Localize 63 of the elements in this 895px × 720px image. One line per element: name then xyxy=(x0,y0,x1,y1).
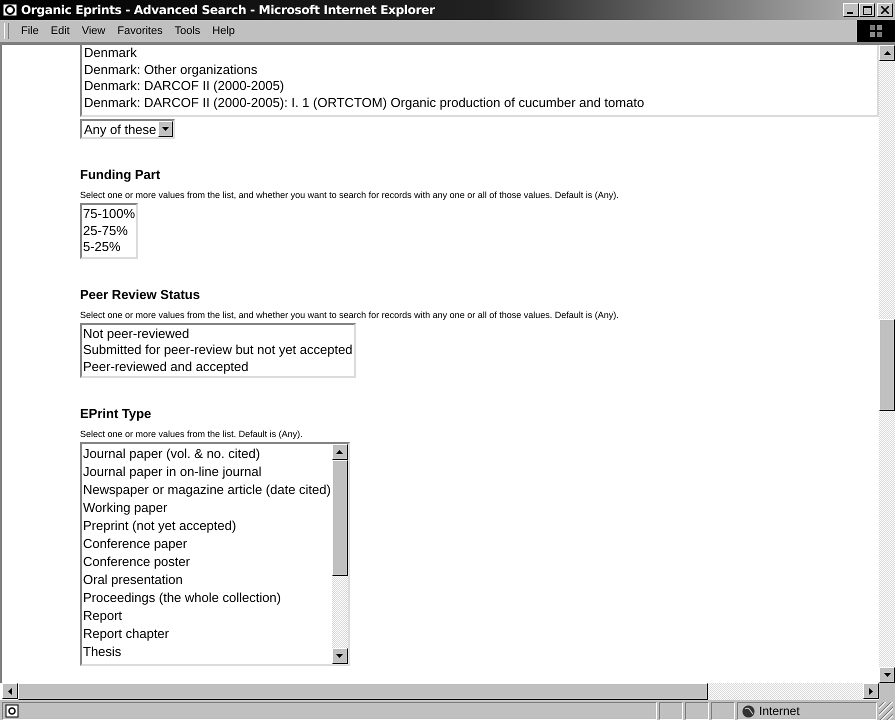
list-option[interactable]: Proceedings (the whole collection) xyxy=(83,589,331,607)
caret-left-icon xyxy=(8,688,12,694)
security-zone: Internet xyxy=(759,704,800,718)
page-icon xyxy=(5,704,19,718)
list-option[interactable]: Submitted for peer-review but not yet accepted xyxy=(83,342,353,358)
list-option[interactable]: Denmark: DARCOF II (2000-2005): I. 1 (ORTCTOM) Organic production of cucumber and tomato xyxy=(84,94,875,111)
list-option[interactable]: Conference paper xyxy=(83,535,331,553)
menu-item[interactable]: Favorites xyxy=(111,25,169,37)
list-option[interactable]: 25-75% xyxy=(83,222,136,239)
scroll-thumb[interactable] xyxy=(18,683,708,700)
list-box[interactable]: 75-100% 25-75% 5-25% xyxy=(80,203,138,258)
list-option[interactable]: Working paper xyxy=(83,499,331,517)
hint-text: Select one or more values from the list, and whether you want to search for records with any one or all of those values. Default is (Any). xyxy=(80,190,620,200)
list-option[interactable]: 75-100% xyxy=(83,206,136,222)
maximize-icon xyxy=(862,6,872,14)
list-option[interactable]: Journal paper in on-line journal xyxy=(83,463,331,481)
list-option[interactable]: Journal paper (vol. & no. cited) xyxy=(83,445,331,463)
caret-down-icon xyxy=(162,127,170,131)
list-option[interactable]: Report chapter xyxy=(83,625,331,643)
list-box[interactable]: Not peer-reviewed Submitted for peer-review but not yet accepted Peer-reviewed and accepted xyxy=(80,322,356,378)
menu-item[interactable]: View xyxy=(76,25,112,37)
section-heading: EPrint Type xyxy=(80,406,152,421)
list-option[interactable]: 5-25% xyxy=(83,239,136,256)
menu-item[interactable]: File xyxy=(15,25,45,37)
hint-text: Select one or more values from the list. Default is (Any). xyxy=(80,429,304,439)
caret-down-icon xyxy=(336,654,344,658)
status-pane xyxy=(659,702,683,720)
caret-up-icon xyxy=(336,450,344,454)
match-dropdown[interactable]: Any of these xyxy=(80,119,176,139)
list-option[interactable]: Report xyxy=(83,607,331,625)
close-button[interactable] xyxy=(877,3,893,17)
list-option[interactable]: Denmark xyxy=(84,45,875,62)
close-icon xyxy=(881,6,889,14)
list-option[interactable]: Denmark: DARCOF II (2000-2005) xyxy=(84,78,875,94)
browser-icon xyxy=(2,2,18,18)
minimize-button[interactable] xyxy=(843,3,859,17)
list-option[interactable]: Newspaper or magazine article (date cited) xyxy=(83,481,331,499)
globe-icon xyxy=(742,704,755,718)
window-title: Organic Eprints - Advanced Search - Microsoft Internet Explorer xyxy=(21,3,435,17)
list-option[interactable]: Denmark: Other organizations xyxy=(84,62,875,78)
status-pane xyxy=(711,702,735,720)
hint-text: Select one or more values from the list, and whether you want to search for records with any one or all of those values. Default is (Any). xyxy=(80,310,620,320)
list-box[interactable] xyxy=(80,442,350,666)
section-heading: Peer Review Status xyxy=(80,286,201,302)
scroll-thumb[interactable] xyxy=(332,460,348,576)
list-option[interactable]: Preprint (not yet accepted) xyxy=(83,517,331,535)
menu-item[interactable]: Tools xyxy=(168,25,206,37)
menu-item[interactable]: Edit xyxy=(44,25,76,37)
menu-item[interactable]: Help xyxy=(206,25,241,37)
list-option[interactable]: Conference poster xyxy=(83,553,331,571)
caret-right-icon xyxy=(869,688,873,694)
section-heading: Funding Part xyxy=(80,167,162,182)
status-pane xyxy=(685,702,709,720)
list-option[interactable]: Not peer-reviewed xyxy=(83,326,353,342)
list-option[interactable]: Thesis xyxy=(83,643,331,661)
caret-down-icon xyxy=(884,673,890,677)
list-option[interactable]: Peer-reviewed and accepted xyxy=(83,358,353,375)
resize-grip[interactable] xyxy=(879,702,893,720)
scroll-thumb[interactable] xyxy=(879,319,895,411)
caret-up-icon xyxy=(884,51,890,55)
list-box[interactable]: Denmark Denmark: Other organizations Denmark: DARCOF II (2000-2005) Denmark: DARCOF II (2000-2005): I. 1 (ORTCTOM) Organic production of cucumber and tomato xyxy=(80,45,879,117)
maximize-button[interactable] xyxy=(859,3,875,17)
list-option[interactable]: Oral presentation xyxy=(83,571,331,589)
